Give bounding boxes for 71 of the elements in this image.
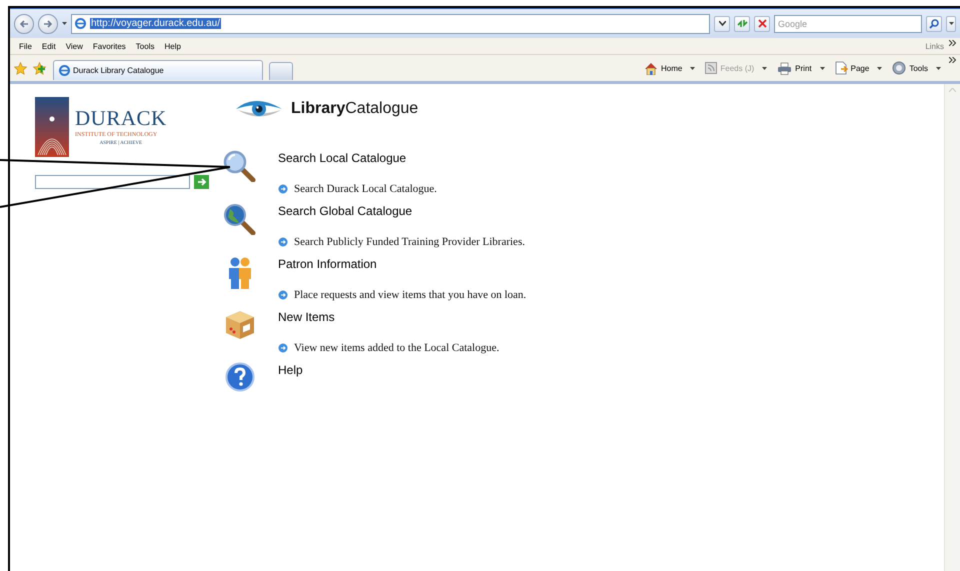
help-icon xyxy=(225,362,255,392)
browser-icon xyxy=(75,18,86,29)
star-plus-icon[interactable] xyxy=(33,62,47,74)
caret-icon xyxy=(948,22,954,25)
bullet-icon xyxy=(278,343,288,353)
search-icon xyxy=(929,18,939,28)
crest-logo xyxy=(35,97,69,157)
go-button[interactable] xyxy=(194,175,209,189)
address-field[interactable]: http://voyager.durack.edu.au/ xyxy=(71,14,710,34)
refresh-icon xyxy=(736,19,748,28)
refresh-button[interactable] xyxy=(734,16,750,32)
star-icon[interactable] xyxy=(14,62,27,74)
caret-icon xyxy=(762,66,768,70)
quick-search-field[interactable] xyxy=(35,175,190,189)
magnifier-icon xyxy=(223,150,257,182)
globe-magnifier-icon xyxy=(223,203,257,235)
caret-icon xyxy=(690,66,696,70)
browser-icon xyxy=(59,65,70,76)
section-link[interactable]: Help xyxy=(278,363,303,377)
search-field[interactable]: Google xyxy=(774,14,922,32)
chevron-icon[interactable] xyxy=(949,57,956,63)
section-link[interactable]: Search Local Catalogue xyxy=(278,151,406,165)
tools-command[interactable]: Tools xyxy=(890,61,943,75)
house-icon xyxy=(644,62,658,74)
institute-name: DURACK xyxy=(75,108,167,129)
caret-icon xyxy=(936,66,941,70)
search-options-button[interactable] xyxy=(946,16,956,32)
caret-icon xyxy=(877,66,882,70)
chevron-down-icon xyxy=(718,21,726,26)
links-label[interactable]: Links xyxy=(925,42,944,50)
menu-item[interactable]: File xyxy=(14,42,37,50)
section-link[interactable]: New Items xyxy=(278,310,335,324)
catalogue-title: LibraryCatalogue xyxy=(291,100,418,118)
scrollbar[interactable] xyxy=(944,84,960,571)
bullet-icon xyxy=(278,237,288,247)
menu-item[interactable]: Edit xyxy=(36,42,61,50)
dropdown-button[interactable] xyxy=(714,16,730,32)
caret-icon xyxy=(62,22,67,25)
forward-button[interactable] xyxy=(38,14,58,34)
section-description: Search Publicly Funded Training Provider Libraries. xyxy=(294,235,525,249)
browser-tab[interactable]: Durack Library Catalogue xyxy=(53,60,263,80)
new-tab-button[interactable] xyxy=(269,62,293,80)
section-link[interactable]: Patron Information xyxy=(278,257,377,271)
section-description: View new items added to the Local Catalogue. xyxy=(294,341,500,355)
parcel-icon xyxy=(224,309,256,341)
search-button[interactable] xyxy=(926,16,942,32)
menu-item[interactable]: Tools xyxy=(130,42,160,50)
printer-icon xyxy=(777,62,792,74)
page-command[interactable]: Page xyxy=(832,61,884,75)
back-button[interactable] xyxy=(14,14,34,34)
caret-icon xyxy=(820,66,825,70)
stop-button[interactable] xyxy=(754,16,770,32)
menu-item[interactable]: View xyxy=(60,42,88,50)
bullet-icon xyxy=(278,290,288,300)
chevron-icon[interactable] xyxy=(949,40,956,46)
close-icon xyxy=(758,19,766,28)
forward-arrow-icon xyxy=(43,20,53,28)
feed-icon xyxy=(705,62,718,74)
home-command[interactable]: Home xyxy=(642,62,698,74)
menu-item[interactable]: Help xyxy=(159,42,186,50)
section-description: Place requests and view items that you have on loan. xyxy=(294,288,526,302)
bullet-icon xyxy=(278,184,288,194)
section-link[interactable]: Search Global Catalogue xyxy=(278,204,412,218)
menu-item[interactable]: Favorites xyxy=(88,42,131,50)
back-arrow-icon xyxy=(19,20,29,28)
print-command[interactable]: Print xyxy=(775,62,827,74)
page-icon xyxy=(834,61,848,75)
arrow-icon xyxy=(196,178,206,186)
section-description: Search Durack Local Catalogue. xyxy=(294,182,437,196)
people-icon xyxy=(226,256,254,290)
address-text: http://voyager.durack.edu.au/ xyxy=(90,18,221,29)
